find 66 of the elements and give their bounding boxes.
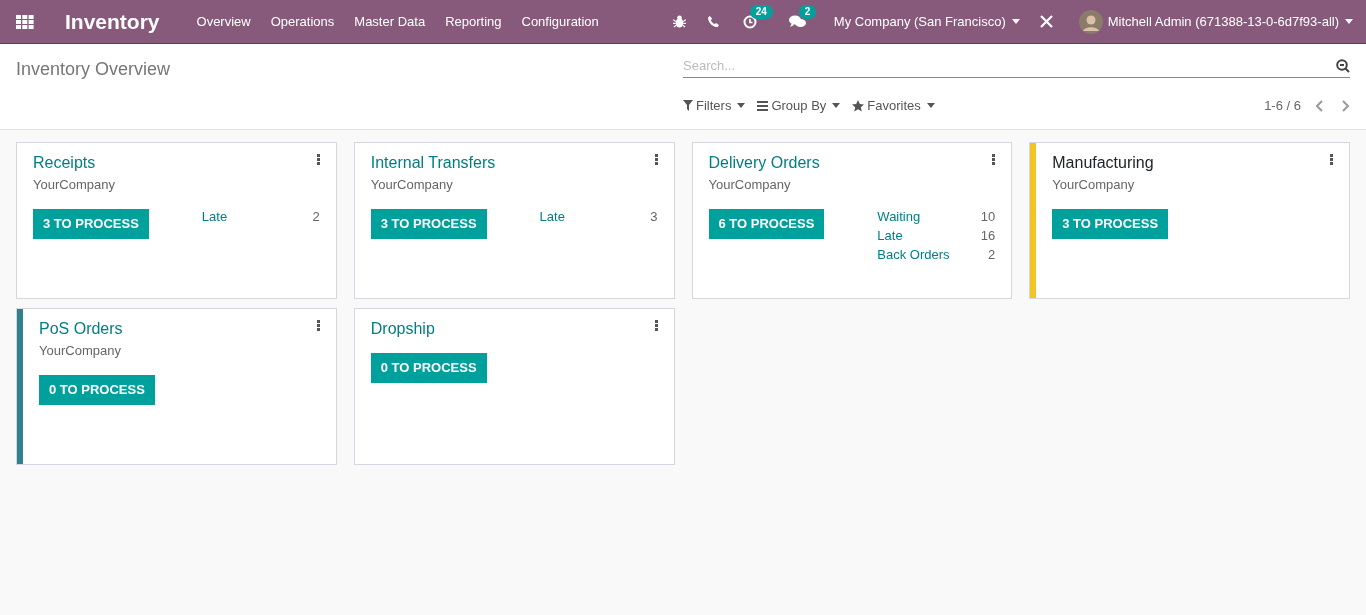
kebab-menu-icon[interactable] [1330,154,1333,165]
user-menu[interactable]: Mitchell Admin (671388-13-0-6d7f93-all) [1078,9,1353,34]
stat-count: 16 [980,226,996,245]
to-process-button[interactable]: 6 TO PROCESS [708,208,825,239]
stat-count: 2 [312,207,320,226]
filter-icon [683,100,693,112]
message-count-badge: 2 [798,4,817,19]
activity-count-badge: 24 [749,4,773,19]
filter-dropdown[interactable]: Group By [757,96,841,116]
card-title[interactable]: PoS Orders [39,319,326,339]
stat-count: 10 [980,207,996,226]
caret-icon [1011,19,1020,24]
kebab-menu-icon[interactable] [316,154,320,165]
to-process-button[interactable]: 3 TO PROCESS [370,208,487,239]
clock-icon[interactable] [742,14,757,29]
company-name: YourCompany [1052,176,1136,194]
bug-icon[interactable] [672,15,686,28]
chat-icon[interactable] [788,14,806,29]
company-name: YourCompany [370,176,454,194]
pager-value: 1-6 / 6 [1264,97,1301,115]
phone-icon[interactable] [707,16,719,27]
stat-link[interactable]: Late [877,225,903,245]
stat-link[interactable]: Waiting [877,206,921,226]
kebab-menu-icon[interactable] [654,154,658,165]
stat-link[interactable]: Late [539,206,565,226]
avatar-icon [1078,9,1103,34]
app-grid-icon[interactable] [16,14,34,29]
menu-item[interactable]: Operations [270,11,335,32]
card-title[interactable]: Internal Transfers [370,153,664,173]
card-title[interactable]: Receipts [33,153,326,173]
menu-item[interactable]: Overview [196,11,251,32]
kebab-menu-icon[interactable] [654,320,658,331]
card-title[interactable]: Dropship [370,319,664,339]
star-icon [852,99,865,112]
caret-icon [1345,19,1353,24]
caret-icon [737,103,746,109]
stat-count: 3 [650,207,658,226]
company-name: YourCompany [39,342,122,360]
caret-icon [926,103,935,109]
company-name: YourCompany [33,176,116,194]
company-name: YourCompany [708,176,792,194]
breadcrumb-title: Inventory Overview [16,59,171,79]
menu-item[interactable]: Reporting [445,11,502,32]
menu-item[interactable]: Configuration [521,11,599,32]
list-icon [757,100,769,111]
next-page-icon[interactable] [1342,99,1350,112]
caret-icon [832,103,841,109]
stat-link[interactable]: Late [201,206,228,226]
app-title: Inventory [65,8,160,35]
filter-dropdown[interactable]: Favorites [852,96,935,116]
stat-link[interactable]: Back Orders [877,244,950,264]
card-title[interactable]: Delivery Orders [708,153,1002,173]
card-title[interactable]: Manufacturing [1052,153,1339,173]
to-process-button[interactable]: 3 TO PROCESS [33,208,149,239]
kebab-menu-icon[interactable] [316,320,320,331]
company-switcher[interactable]: My Company (San Francisco) [833,11,1020,32]
to-process-button[interactable]: 0 TO PROCESS [370,353,487,383]
search-input[interactable]: Search... [683,55,1336,76]
previous-page-icon[interactable] [1315,99,1323,112]
to-process-button[interactable]: 3 TO PROCESS [1052,208,1169,239]
stat-count: 2 [988,245,996,264]
kebab-menu-icon[interactable] [992,154,996,165]
search-icon[interactable] [1336,58,1350,73]
to-process-button[interactable]: 0 TO PROCESS [39,374,155,405]
menu-item[interactable]: Master Data [354,11,426,32]
filter-dropdown[interactable]: Filters [683,96,746,116]
